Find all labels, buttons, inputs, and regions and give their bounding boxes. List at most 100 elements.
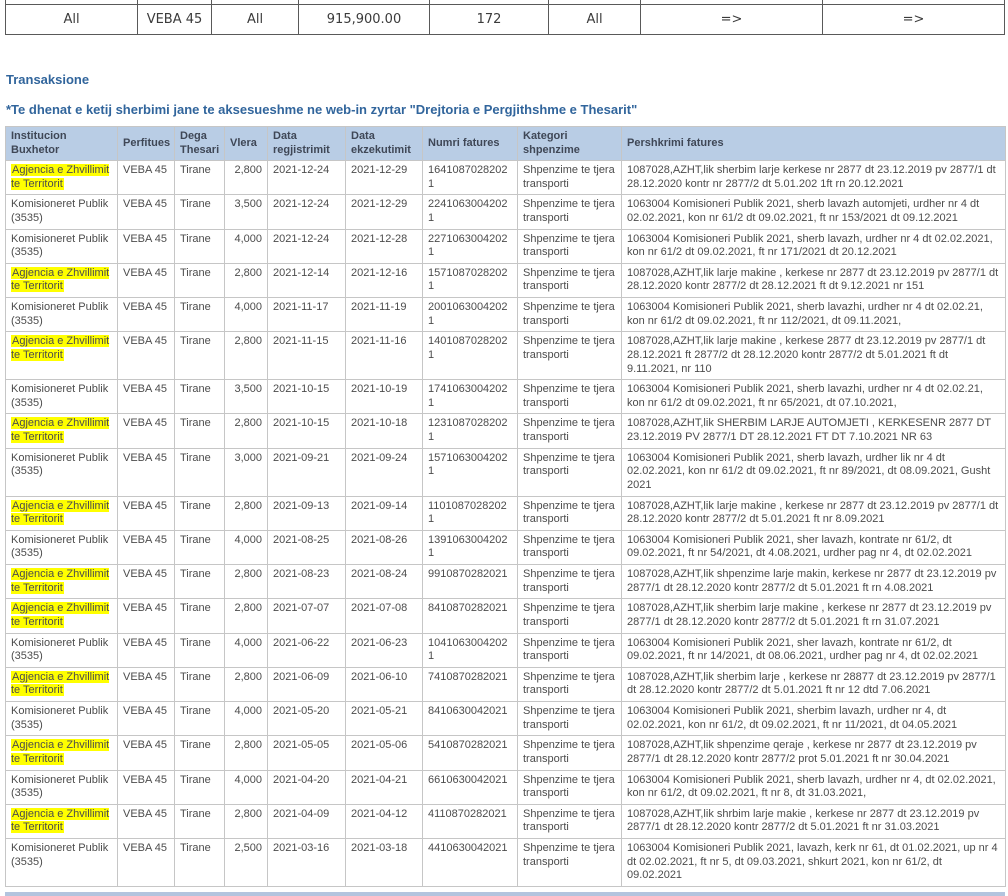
cell-pershkrimi-fatures: 1063004 Komisioneri Publik 2021, sherb l… [622, 298, 1006, 332]
cell-pershkrimi-fatures: 1087028,AZHT,lik larje makine , kerkese … [622, 332, 1006, 380]
institucion-text: Agjencia e Zhvillimit te Territorit [11, 500, 109, 526]
institucion-text: Agjencia e Zhvillimit te Territorit [11, 164, 109, 190]
section-title: Transaksione [6, 72, 1008, 87]
cell-data-regjistrimit: 2021-12-24 [268, 229, 346, 263]
summary-row: All VEBA 45 All 915,900.00 172 All => => [6, 5, 1005, 35]
cell-kategori-shpenzime: Shpenzime te tjera transporti [518, 195, 622, 229]
forward-arrow-link-1[interactable]: => [641, 5, 823, 35]
institucion-text: Komisioneret Publik (3535) [11, 534, 108, 560]
transaction-row: Agjencia e Zhvillimit te Territorit VEBA… [6, 161, 1006, 195]
cell-pershkrimi-fatures: 1087028,AZHT,lik shpenzime qeraje , kerk… [622, 736, 1006, 770]
cell-kategori-shpenzime: Shpenzime te tjera transporti [518, 263, 622, 297]
cell-pershkrimi-fatures: 1087028,AZHT,lik shrbim larje makie , ke… [622, 804, 1006, 838]
cell-kategori-shpenzime: Shpenzime te tjera transporti [518, 804, 622, 838]
cell-perfitues: VEBA 45 [118, 804, 175, 838]
cell-vlera: 4,000 [225, 298, 268, 332]
cell-dega-thesari: Tirane [175, 770, 225, 804]
cell-institucion-buxhetor: Agjencia e Zhvillimit te Territorit [6, 804, 118, 838]
cell-kategori-shpenzime: Shpenzime te tjera transporti [518, 667, 622, 701]
col-header-kategori-shpenzime: Kategori shpenzime [518, 127, 622, 161]
cell-dega-thesari: Tirane [175, 804, 225, 838]
cell-data-regjistrimit: 2021-09-13 [268, 496, 346, 530]
cell-data-regjistrimit: 2021-04-09 [268, 804, 346, 838]
institucion-text: Agjencia e Zhvillimit te Territorit [11, 568, 109, 594]
cell-data-ekzekutimit: 2021-10-18 [346, 414, 423, 448]
cell-data-ekzekutimit: 2021-12-16 [346, 263, 423, 297]
cell-perfitues: VEBA 45 [118, 770, 175, 804]
cell-perfitues: VEBA 45 [118, 380, 175, 414]
cell-institucion-buxhetor: Agjencia e Zhvillimit te Territorit [6, 263, 118, 297]
cell-dega-thesari: Tirane [175, 599, 225, 633]
cell-pershkrimi-fatures: 1087028,AZHT,lik sherbim larje makine , … [622, 599, 1006, 633]
cell-numri-fatures: 15710870282021 [423, 263, 518, 297]
institucion-text: Komisioneret Publik (3535) [11, 842, 108, 868]
cell-kategori-shpenzime: Shpenzime te tjera transporti [518, 702, 622, 736]
cell-institucion-buxhetor: Komisioneret Publik (3535) [6, 380, 118, 414]
cell-pershkrimi-fatures: 1087028,AZHT,lik sherbim larje kerkese n… [622, 161, 1006, 195]
cell-numri-fatures: 15710630042021 [423, 448, 518, 496]
cell-pershkrimi-fatures: 1087028,AZHT,lik shpenzime larje makin, … [622, 565, 1006, 599]
institucion-text: Komisioneret Publik (3535) [11, 637, 108, 663]
cell-kategori-shpenzime: Shpenzime te tjera transporti [518, 414, 622, 448]
cell-perfitues: VEBA 45 [118, 414, 175, 448]
cell-kategori-shpenzime: Shpenzime te tjera transporti [518, 770, 622, 804]
cell-pershkrimi-fatures: 1063004 Komisioneri Publik 2021, sherbim… [622, 702, 1006, 736]
cell-data-ekzekutimit: 2021-09-24 [346, 448, 423, 496]
cell-data-regjistrimit: 2021-07-07 [268, 599, 346, 633]
cell-numri-fatures: 20010630042021 [423, 298, 518, 332]
cell-institucion-buxhetor: Komisioneret Publik (3535) [6, 229, 118, 263]
service-note: *Te dhenat e ketij sherbimi jane te akse… [6, 102, 1008, 117]
cell-pershkrimi-fatures: 1063004 Komisioneri Publik 2021, sher la… [622, 530, 1006, 564]
cell-perfitues: VEBA 45 [118, 448, 175, 496]
cell-dega-thesari: Tirane [175, 161, 225, 195]
cell-numri-fatures: 9910870282021 [423, 565, 518, 599]
transaction-row: Komisioneret Publik (3535) VEBA 45 Tiran… [6, 839, 1006, 887]
cell-institucion-buxhetor: Komisioneret Publik (3535) [6, 195, 118, 229]
transaction-row: Agjencia e Zhvillimit te Territorit VEBA… [6, 667, 1006, 701]
cell-numri-fatures: 22410630042021 [423, 195, 518, 229]
institucion-text: Agjencia e Zhvillimit te Territorit [11, 808, 109, 834]
cell-perfitues: VEBA 45 [118, 298, 175, 332]
summary-cell-category: All [549, 5, 641, 35]
cell-dega-thesari: Tirane [175, 633, 225, 667]
transaction-row: Komisioneret Publik (3535) VEBA 45 Tiran… [6, 530, 1006, 564]
cell-dega-thesari: Tirane [175, 332, 225, 380]
cell-pershkrimi-fatures: 1063004 Komisioneri Publik 2021, sherb l… [622, 380, 1006, 414]
cell-dega-thesari: Tirane [175, 667, 225, 701]
transaction-row: Agjencia e Zhvillimit te Territorit VEBA… [6, 496, 1006, 530]
summary-cell-total-value: 915,900.00 [299, 5, 430, 35]
cell-data-regjistrimit: 2021-10-15 [268, 380, 346, 414]
cell-dega-thesari: Tirane [175, 565, 225, 599]
cell-data-ekzekutimit: 2021-09-14 [346, 496, 423, 530]
cell-numri-fatures: 11010870282021 [423, 496, 518, 530]
cell-vlera: 2,800 [225, 736, 268, 770]
cell-perfitues: VEBA 45 [118, 161, 175, 195]
institucion-text: Agjencia e Zhvillimit te Territorit [11, 335, 109, 361]
cell-vlera: 2,800 [225, 565, 268, 599]
transaction-row: Komisioneret Publik (3535) VEBA 45 Tiran… [6, 380, 1006, 414]
transaction-row: Komisioneret Publik (3535) VEBA 45 Tiran… [6, 770, 1006, 804]
cell-institucion-buxhetor: Agjencia e Zhvillimit te Territorit [6, 332, 118, 380]
cell-data-ekzekutimit: 2021-12-28 [346, 229, 423, 263]
cell-perfitues: VEBA 45 [118, 599, 175, 633]
institucion-text: Komisioneret Publik (3535) [11, 383, 108, 409]
cell-perfitues: VEBA 45 [118, 839, 175, 887]
cell-dega-thesari: Tirane [175, 839, 225, 887]
forward-arrow-link-2[interactable]: => [823, 5, 1005, 35]
transaction-row: Komisioneret Publik (3535) VEBA 45 Tiran… [6, 195, 1006, 229]
cell-data-regjistrimit: 2021-12-14 [268, 263, 346, 297]
cell-kategori-shpenzime: Shpenzime te tjera transporti [518, 633, 622, 667]
cell-perfitues: VEBA 45 [118, 736, 175, 770]
institucion-text: Komisioneret Publik (3535) [11, 301, 108, 327]
cell-dega-thesari: Tirane [175, 496, 225, 530]
cell-institucion-buxhetor: Agjencia e Zhvillimit te Territorit [6, 599, 118, 633]
transaction-row: Agjencia e Zhvillimit te Territorit VEBA… [6, 736, 1006, 770]
cell-institucion-buxhetor: Agjencia e Zhvillimit te Territorit [6, 414, 118, 448]
col-header-pershkrimi-fatures: Pershkrimi fatures [622, 127, 1006, 161]
institucion-text: Komisioneret Publik (3535) [11, 452, 108, 478]
institucion-text: Komisioneret Publik (3535) [11, 233, 108, 259]
cell-dega-thesari: Tirane [175, 380, 225, 414]
cell-numri-fatures: 12310870282021 [423, 414, 518, 448]
cell-vlera: 2,800 [225, 496, 268, 530]
cell-data-regjistrimit: 2021-12-24 [268, 161, 346, 195]
